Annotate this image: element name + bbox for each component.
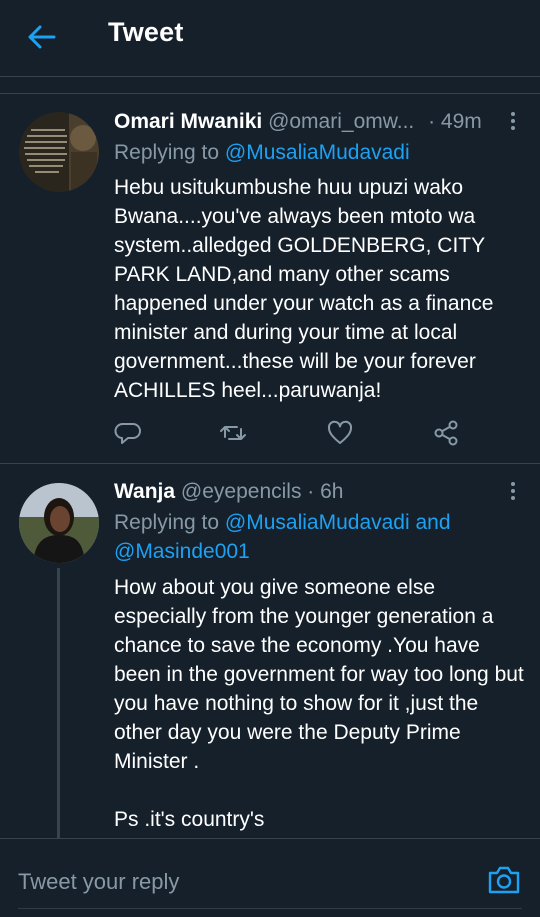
top-bar: Tweet [0,0,540,77]
avatar[interactable] [19,483,99,563]
camera-icon[interactable] [486,862,522,898]
display-name[interactable]: Omari Mwaniki [114,110,262,133]
tweet-actions [114,419,474,449]
display-name[interactable]: Wanja [114,480,175,503]
more-options-icon[interactable] [510,112,516,133]
tweet-header: Omari Mwaniki @omari_omw... · 49m [114,110,520,134]
reply-input[interactable]: Tweet your reply [18,869,179,895]
tweet-text: How about you give someone else especial… [114,576,524,831]
more-options-icon[interactable] [510,482,516,503]
user-handle[interactable]: @omari_omw... [268,110,414,133]
reply-icon[interactable] [114,419,142,447]
replying-to-prefix: Replying to [114,511,225,534]
replying-to: Replying to @MusaliaMudavadi and @Masind… [114,508,520,566]
avatar[interactable] [19,112,99,192]
tweet-header: Wanja @eyepencils · 6h [114,480,520,504]
page-title: Tweet [108,17,184,47]
timestamp: · 6h [307,480,344,503]
tweet-wanja[interactable]: Wanja @eyepencils · 6h Replying to @Musa… [0,464,540,838]
composer-underline [18,908,522,909]
thread-line [57,568,60,838]
retweet-icon[interactable] [219,419,247,447]
tweet-text: Hebu usitukumbushe huu upuzi wako Bwana.… [114,176,494,402]
replying-to: Replying to @MusaliaMudavadi [114,138,520,167]
replying-to-prefix: Replying to [114,141,225,164]
timestamp: · 49m [428,110,482,133]
header-spacer [0,77,540,94]
user-handle[interactable]: @eyepencils [181,480,302,503]
mention-link[interactable]: @MusaliaMudavadi and [225,511,451,534]
arrow-left-icon[interactable] [24,20,58,54]
mention-link-2[interactable]: @Masinde001 [114,540,250,563]
share-icon[interactable] [432,419,460,447]
reply-composer: Tweet your reply [0,838,540,917]
tweet-omari[interactable]: Omari Mwaniki @omari_omw... · 49m Replyi… [0,94,540,463]
like-icon[interactable] [326,419,354,447]
mention-link[interactable]: @MusaliaMudavadi [225,141,410,164]
